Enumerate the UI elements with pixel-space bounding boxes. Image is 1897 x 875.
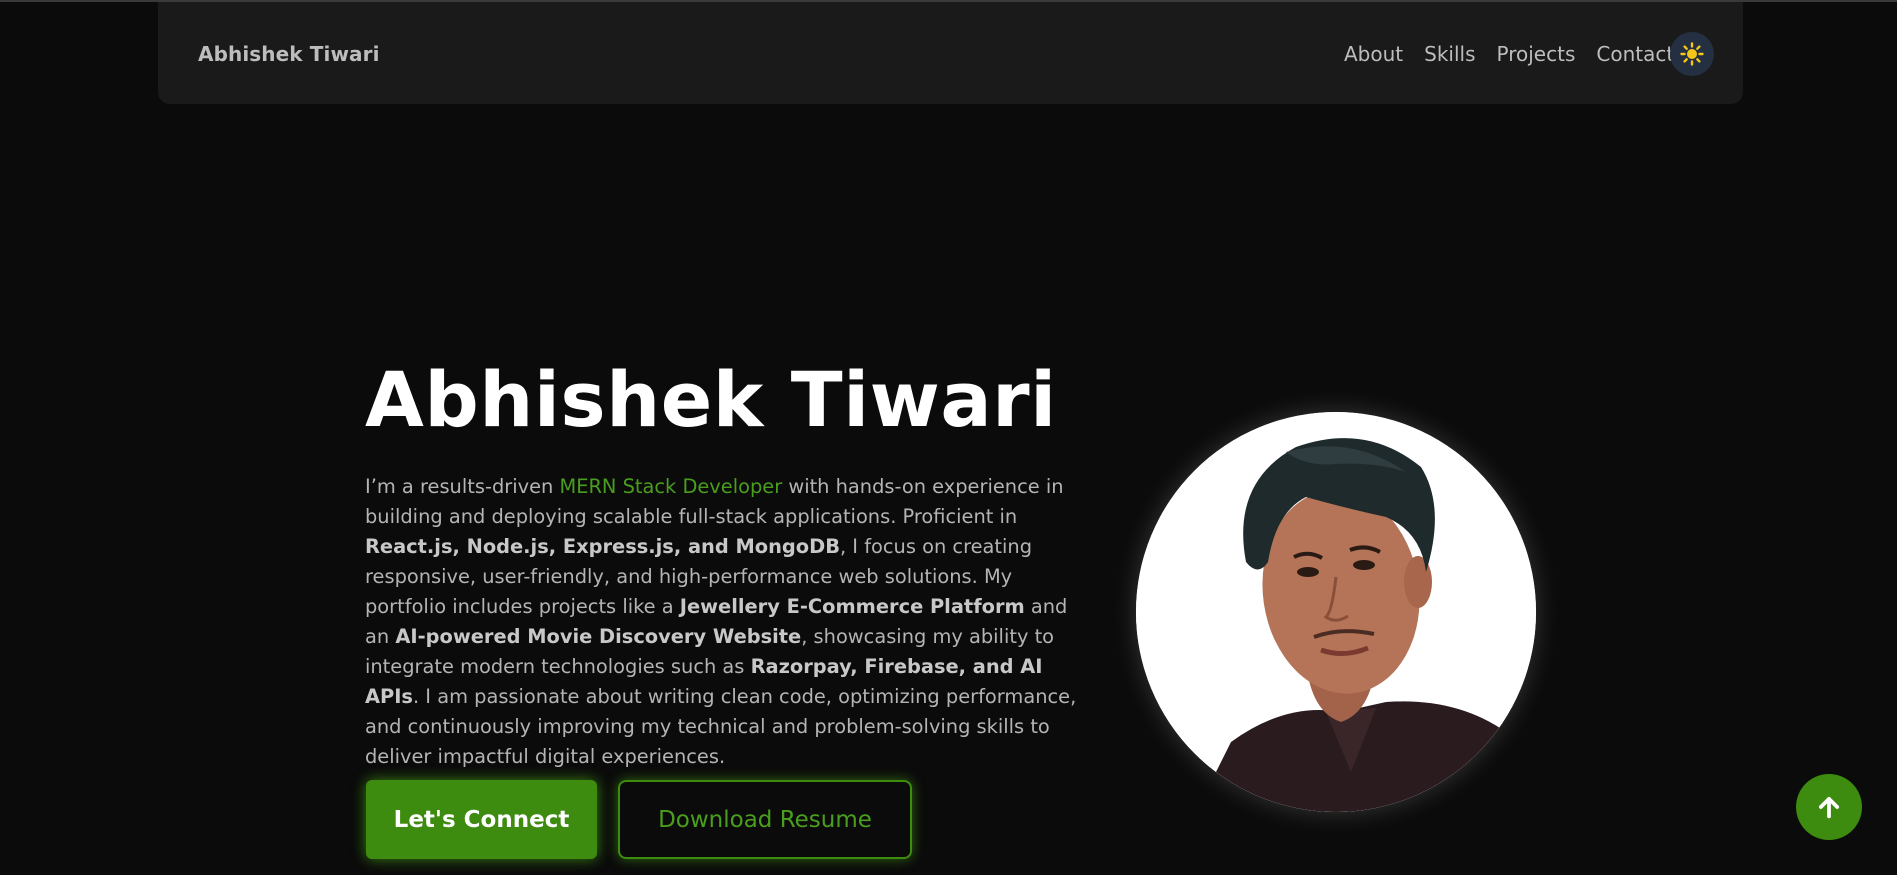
intro-project-highlight: Jewellery E-Commerce Platform: [679, 595, 1025, 618]
intro-text: . I am passionate about writing clean co…: [365, 685, 1077, 768]
intro-project-highlight: AI-powered Movie Discovery Website: [395, 625, 802, 648]
nav-link-contact[interactable]: Contact: [1596, 42, 1674, 66]
nav-link-projects[interactable]: Projects: [1497, 42, 1576, 66]
intro-paragraph: I’m a results-driven MERN Stack Develope…: [365, 472, 1091, 772]
theme-toggle-button[interactable]: [1670, 32, 1714, 76]
profile-portrait-illustration: [1136, 412, 1536, 812]
intro-text: I’m a results-driven: [365, 475, 560, 498]
arrow-up-icon: [1818, 796, 1840, 819]
navbar: Abhishek Tiwari About Skills Projects Co…: [158, 2, 1743, 104]
download-resume-button[interactable]: Download Resume: [618, 780, 912, 859]
intro-role-highlight: MERN Stack Developer: [559, 475, 783, 498]
sun-icon: [1680, 42, 1704, 66]
scroll-to-top-button[interactable]: [1796, 774, 1862, 840]
nav-links: About Skills Projects Contact: [1344, 42, 1674, 66]
profile-photo: [1136, 412, 1536, 812]
lets-connect-button[interactable]: Let's Connect: [366, 780, 597, 859]
intro-stack-highlight: React.js, Node.js, Express.js, and Mongo…: [365, 535, 840, 558]
brand-name[interactable]: Abhishek Tiwari: [198, 42, 380, 66]
nav-link-skills[interactable]: Skills: [1424, 42, 1475, 66]
nav-link-about[interactable]: About: [1344, 42, 1403, 66]
hero-title: Abhishek Tiwari: [365, 355, 1057, 444]
